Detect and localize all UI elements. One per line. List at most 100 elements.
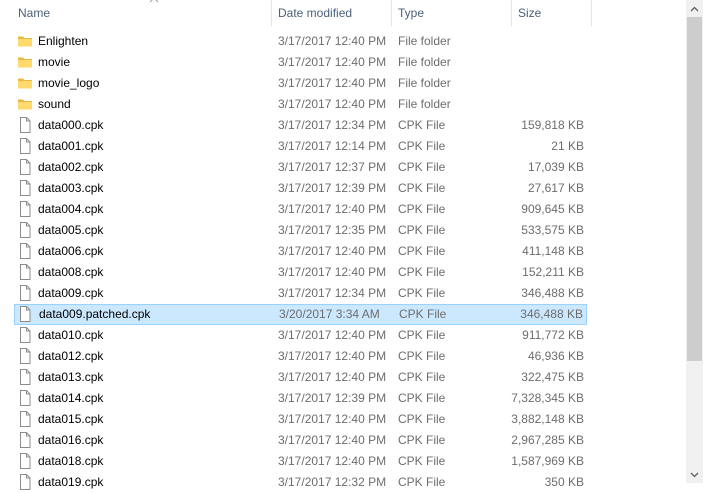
file-name: data009.patched.cpk <box>39 307 151 321</box>
file-name: data000.cpk <box>38 118 104 132</box>
file-name: data003.cpk <box>38 181 104 195</box>
file-row[interactable]: data018.cpk 3/17/2017 12:40 PM CPK File 1,5… <box>14 451 587 472</box>
file-row[interactable]: data003.cpk 3/17/2017 12:39 PM CPK File 27,… <box>14 178 587 199</box>
file-size: 152,211 KB <box>522 265 584 279</box>
file-row[interactable]: data013.cpk 3/17/2017 12:40 PM CPK File 322… <box>14 367 587 388</box>
file-size: 322,475 KB <box>521 370 584 384</box>
file-type: CPK File <box>398 433 446 447</box>
file-icon <box>17 180 33 196</box>
column-header-name[interactable]: Name <box>12 0 272 26</box>
file-size: 909,645 KB <box>521 202 584 216</box>
date-modified: 3/17/2017 12:40 PM <box>278 244 387 258</box>
date-modified: 3/17/2017 12:35 PM <box>278 223 387 237</box>
file-size: 911,772 KB <box>522 328 584 342</box>
file-icon <box>17 390 33 406</box>
file-name: data012.cpk <box>38 349 104 363</box>
file-icon <box>17 243 33 259</box>
file-type: CPK File <box>398 244 446 258</box>
date-modified: 3/17/2017 12:40 PM <box>278 76 387 90</box>
scroll-down-button[interactable] <box>686 466 703 483</box>
date-modified: 3/17/2017 12:40 PM <box>278 433 387 447</box>
folder-icon <box>17 96 33 112</box>
file-row[interactable]: data009.patched.cpk 3/20/2017 3:34 AM CPK … <box>14 304 587 325</box>
file-name: movie <box>38 55 71 69</box>
date-modified: 3/17/2017 12:40 PM <box>278 265 387 279</box>
file-type: CPK File <box>398 328 446 342</box>
file-type: CPK File <box>398 265 446 279</box>
file-row[interactable]: data002.cpk 3/17/2017 12:37 PM CPK File 17,… <box>14 157 587 178</box>
sort-ascending-icon <box>149 0 159 3</box>
file-row[interactable]: data008.cpk 3/17/2017 12:40 PM CPK File 152… <box>14 262 587 283</box>
file-icon <box>17 138 33 154</box>
file-row[interactable]: data004.cpk 3/17/2017 12:40 PM CPK File 909… <box>14 199 587 220</box>
file-icon <box>17 264 33 280</box>
file-size: 1,587,969 KB <box>511 454 584 468</box>
file-name: data009.cpk <box>38 286 104 300</box>
folder-row[interactable]: movie 3/17/2017 12:40 PM File folder <box>14 52 587 73</box>
file-name: movie_logo <box>38 76 100 90</box>
folder-row[interactable]: movie_logo 3/17/2017 12:40 PM File folder <box>14 73 587 94</box>
file-row[interactable]: data010.cpk 3/17/2017 12:40 PM CPK File 911… <box>14 325 587 346</box>
file-row[interactable]: data000.cpk 3/17/2017 12:34 PM CPK File 159… <box>14 115 587 136</box>
file-icon <box>17 474 33 490</box>
chevron-up-icon <box>690 6 699 11</box>
date-modified: 3/20/2017 3:34 AM <box>279 307 380 321</box>
vertical-scrollbar[interactable] <box>686 0 703 483</box>
file-row[interactable]: data012.cpk 3/17/2017 12:40 PM CPK File 46,… <box>14 346 587 367</box>
column-header-type[interactable]: Type <box>392 0 512 26</box>
file-name: Enlighten <box>38 34 89 48</box>
column-header-date[interactable]: Date modified <box>272 0 392 26</box>
file-icon <box>17 285 33 301</box>
file-row[interactable]: data006.cpk 3/17/2017 12:40 PM CPK File 411… <box>14 241 587 262</box>
file-icon <box>17 411 33 427</box>
file-icon <box>17 306 33 322</box>
file-icon <box>17 453 33 469</box>
file-type: CPK File <box>398 139 446 153</box>
file-row[interactable]: data005.cpk 3/17/2017 12:35 PM CPK File 533… <box>14 220 587 241</box>
column-header-size[interactable]: Size <box>512 0 592 26</box>
file-row[interactable]: data015.cpk 3/17/2017 12:40 PM CPK File 3,8… <box>14 409 587 430</box>
column-header-date-label: Date modified <box>278 6 353 20</box>
chevron-down-icon <box>690 472 699 477</box>
file-size: 411,148 KB <box>522 244 584 258</box>
file-type: CPK File <box>398 370 446 384</box>
column-header-name-label: Name <box>18 6 51 20</box>
file-icon <box>17 327 33 343</box>
file-type: File folder <box>398 97 451 111</box>
scrollbar-thumb[interactable] <box>687 17 702 361</box>
date-modified: 3/17/2017 12:40 PM <box>278 328 387 342</box>
folder-row[interactable]: sound 3/17/2017 12:40 PM File folder <box>14 94 587 115</box>
file-type: CPK File <box>398 118 446 132</box>
file-name: data018.cpk <box>38 454 104 468</box>
folder-icon <box>17 54 33 70</box>
date-modified: 3/17/2017 12:34 PM <box>278 286 387 300</box>
file-size: 346,488 KB <box>521 286 584 300</box>
scroll-up-button[interactable] <box>686 0 703 17</box>
file-type: CPK File <box>398 412 446 426</box>
date-modified: 3/17/2017 12:40 PM <box>278 202 387 216</box>
date-modified: 3/17/2017 12:37 PM <box>278 160 387 174</box>
date-modified: 3/17/2017 12:39 PM <box>278 181 387 195</box>
file-row[interactable]: data009.cpk 3/17/2017 12:34 PM CPK File 346… <box>14 283 587 304</box>
file-size: 27,617 KB <box>527 181 584 195</box>
file-name: data005.cpk <box>38 223 104 237</box>
file-icon <box>17 201 33 217</box>
file-type: CPK File <box>398 202 446 216</box>
file-size: 346,488 KB <box>520 307 583 321</box>
file-type: CPK File <box>398 181 446 195</box>
file-icon <box>17 159 33 175</box>
date-modified: 3/17/2017 12:40 PM <box>278 34 387 48</box>
file-row[interactable]: data016.cpk 3/17/2017 12:40 PM CPK File 2,9… <box>14 430 587 451</box>
file-row[interactable]: data014.cpk 3/17/2017 12:39 PM CPK File 7,3… <box>14 388 587 409</box>
file-name: data001.cpk <box>38 139 104 153</box>
file-row[interactable]: data001.cpk 3/17/2017 12:14 PM CPK File 21 … <box>14 136 587 157</box>
date-modified: 3/17/2017 12:40 PM <box>278 370 387 384</box>
date-modified: 3/17/2017 12:40 PM <box>278 55 387 69</box>
file-size: 46,936 KB <box>527 349 584 363</box>
file-size: 7,328,345 KB <box>511 391 584 405</box>
file-name: data002.cpk <box>38 160 104 174</box>
folder-row[interactable]: Enlighten 3/17/2017 12:40 PM File folder <box>14 31 587 52</box>
file-icon <box>17 348 33 364</box>
file-type: CPK File <box>399 307 447 321</box>
date-modified: 3/17/2017 12:40 PM <box>278 454 387 468</box>
